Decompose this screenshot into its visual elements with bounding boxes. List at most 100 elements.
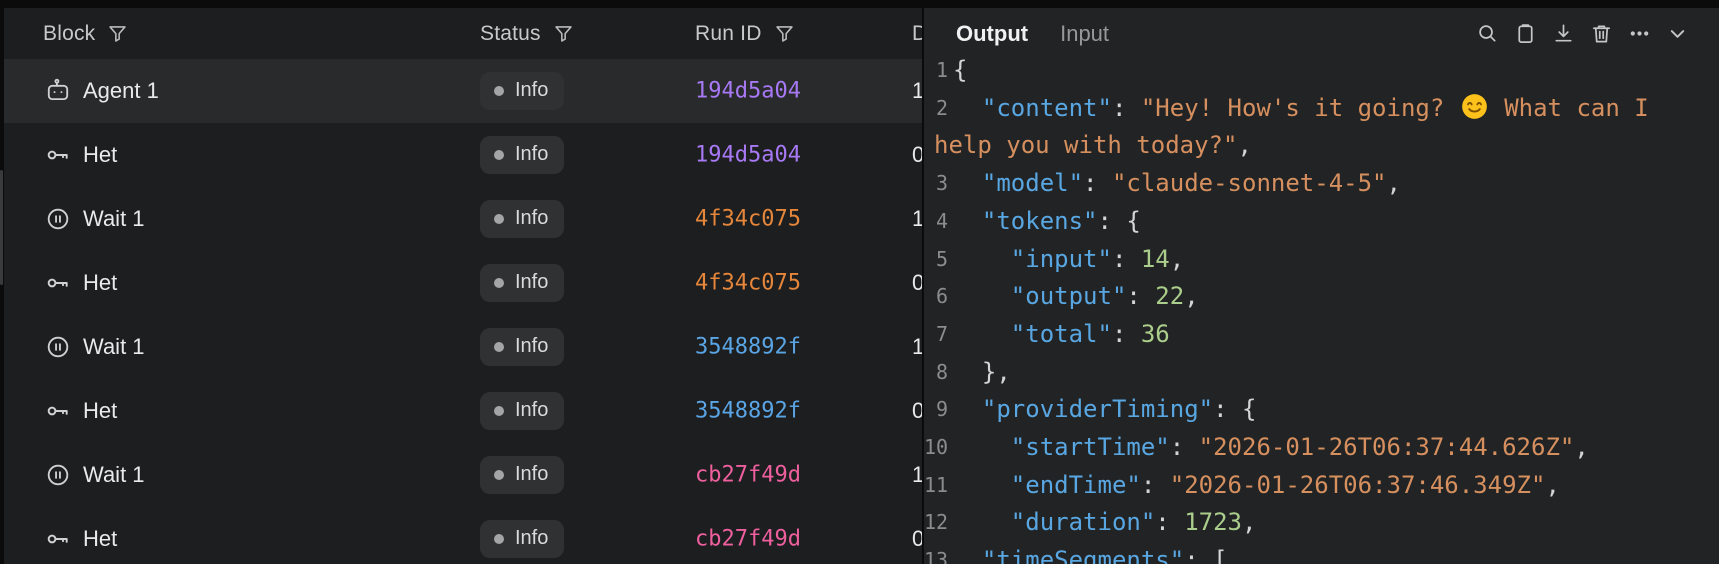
table-row[interactable]: Wait 1 Info cb27f49d 10	[4, 443, 922, 507]
code-line: 6 "output": 22,	[924, 277, 1719, 315]
code-text: "timeSegments": [	[953, 546, 1228, 564]
chevron-down-icon[interactable]	[1665, 22, 1689, 46]
code-text: help you with today?",	[953, 131, 1252, 159]
code-text: "input": 14,	[953, 245, 1184, 273]
filter-icon[interactable]	[774, 23, 795, 44]
output-panel-header: Output Input	[924, 8, 1719, 59]
run-id-link[interactable]: 4f34c075	[695, 271, 801, 296]
table-row[interactable]: Wait 1 Info 3548892f 10	[4, 315, 922, 379]
line-number: 11	[924, 466, 948, 504]
filter-icon[interactable]	[107, 23, 128, 44]
duration-value-truncated: 10	[912, 206, 922, 232]
code-text: },	[953, 358, 1011, 386]
code-text: "tokens": {	[953, 207, 1141, 235]
search-icon[interactable]	[1475, 22, 1499, 46]
block-name: Agent 1	[83, 78, 159, 104]
code-text: {	[953, 56, 967, 84]
status-badge: Info	[480, 456, 564, 494]
status-label: Info	[515, 335, 548, 358]
code-line: 11 "endTime": "2026-01-26T06:37:46.349Z"…	[924, 466, 1719, 504]
block-name: Het	[83, 270, 117, 296]
code-text: "startTime": "2026-01-26T06:37:44.626Z",	[953, 433, 1589, 461]
json-code-viewer: 1{2 "content": "Hey! How's it going? Wha…	[924, 8, 1719, 564]
table-row[interactable]: Het Info 194d5a04 0	[4, 123, 922, 187]
run-id-link[interactable]: 3548892f	[695, 399, 801, 424]
column-header-duration-truncated: D	[912, 8, 922, 59]
code-line: help you with today?",	[924, 126, 1719, 164]
ellipsis-icon[interactable]	[1627, 22, 1651, 46]
smiling-emoji-icon	[1461, 93, 1488, 120]
column-label-run-id: Run ID	[695, 22, 762, 46]
run-id-link[interactable]: cb27f49d	[695, 527, 801, 552]
status-dot-icon	[494, 214, 504, 224]
blocks-table-panel: Block Status Run ID D Agent 1 Info 194d5…	[4, 8, 922, 564]
line-number: 2	[924, 89, 948, 127]
code-line: 13 "timeSegments": [	[924, 541, 1719, 564]
status-dot-icon	[494, 150, 504, 160]
table-header: Block Status Run ID D	[4, 8, 922, 59]
column-label-block: Block	[43, 22, 95, 46]
status-badge: Info	[480, 200, 564, 238]
line-number: 7	[924, 315, 948, 353]
run-id-link[interactable]: cb27f49d	[695, 463, 801, 488]
key-icon	[45, 398, 71, 424]
code-line: 2 "content": "Hey! How's it going? What …	[924, 89, 1719, 127]
column-header-status: Status	[480, 8, 574, 59]
duration-value-truncated: 1.	[912, 78, 922, 104]
duration-value-truncated: 10	[912, 334, 922, 360]
line-number: 12	[924, 503, 948, 541]
line-number: 13	[924, 541, 948, 564]
run-id-link[interactable]: 3548892f	[695, 335, 801, 360]
code-text: "endTime": "2026-01-26T06:37:46.349Z",	[953, 471, 1560, 499]
status-label: Info	[515, 463, 548, 486]
status-badge: Info	[480, 264, 564, 302]
duration-value-truncated: 0	[912, 398, 922, 424]
duration-value-truncated: 0	[912, 142, 922, 168]
key-icon	[45, 526, 71, 552]
table-row[interactable]: Wait 1 Info 4f34c075 10	[4, 187, 922, 251]
key-icon	[45, 270, 71, 296]
code-line: 4 "tokens": {	[924, 202, 1719, 240]
line-number: 6	[924, 277, 948, 315]
download-icon[interactable]	[1551, 22, 1575, 46]
clipboard-icon[interactable]	[1513, 22, 1537, 46]
key-icon	[45, 142, 71, 168]
filter-icon[interactable]	[553, 23, 574, 44]
table-row[interactable]: Agent 1 Info 194d5a04 1.	[4, 59, 922, 123]
status-label: Info	[515, 143, 548, 166]
status-label: Info	[515, 399, 548, 422]
output-toolbar	[1475, 8, 1689, 59]
block-name: Wait 1	[83, 462, 145, 488]
code-line: 7 "total": 36	[924, 315, 1719, 353]
code-text: "model": "claude-sonnet-4-5",	[953, 169, 1401, 197]
duration-value-truncated: 0	[912, 526, 922, 552]
run-id-link[interactable]: 4f34c075	[695, 207, 801, 232]
status-dot-icon	[494, 534, 504, 544]
run-id-link[interactable]: 194d5a04	[695, 143, 801, 168]
duration-value-truncated: 10	[912, 462, 922, 488]
status-dot-icon	[494, 278, 504, 288]
table-row[interactable]: Het Info 4f34c075 0	[4, 251, 922, 315]
duration-value-truncated: 0	[912, 270, 922, 296]
status-dot-icon	[494, 470, 504, 480]
line-number: 5	[924, 240, 948, 278]
left-scrollbar-thumb[interactable]	[0, 170, 3, 285]
status-dot-icon	[494, 342, 504, 352]
tab-output[interactable]: Output	[956, 21, 1028, 47]
pause-icon	[45, 334, 71, 360]
code-text: "total": 36	[953, 320, 1170, 348]
table-row[interactable]: Het Info cb27f49d 0	[4, 507, 922, 564]
table-row[interactable]: Het Info 3548892f 0	[4, 379, 922, 443]
code-text: "providerTiming": {	[953, 395, 1256, 423]
code-line: 8 },	[924, 353, 1719, 391]
robot-icon	[45, 78, 71, 104]
run-id-link[interactable]: 194d5a04	[695, 79, 801, 104]
trash-icon[interactable]	[1589, 22, 1613, 46]
code-text: "output": 22,	[953, 282, 1199, 310]
pause-icon	[45, 462, 71, 488]
column-header-block: Block	[43, 8, 128, 59]
line-number: 9	[924, 390, 948, 428]
code-line: 10 "startTime": "2026-01-26T06:37:44.626…	[924, 428, 1719, 466]
tab-input[interactable]: Input	[1060, 21, 1109, 47]
code-line: 9 "providerTiming": {	[924, 390, 1719, 428]
